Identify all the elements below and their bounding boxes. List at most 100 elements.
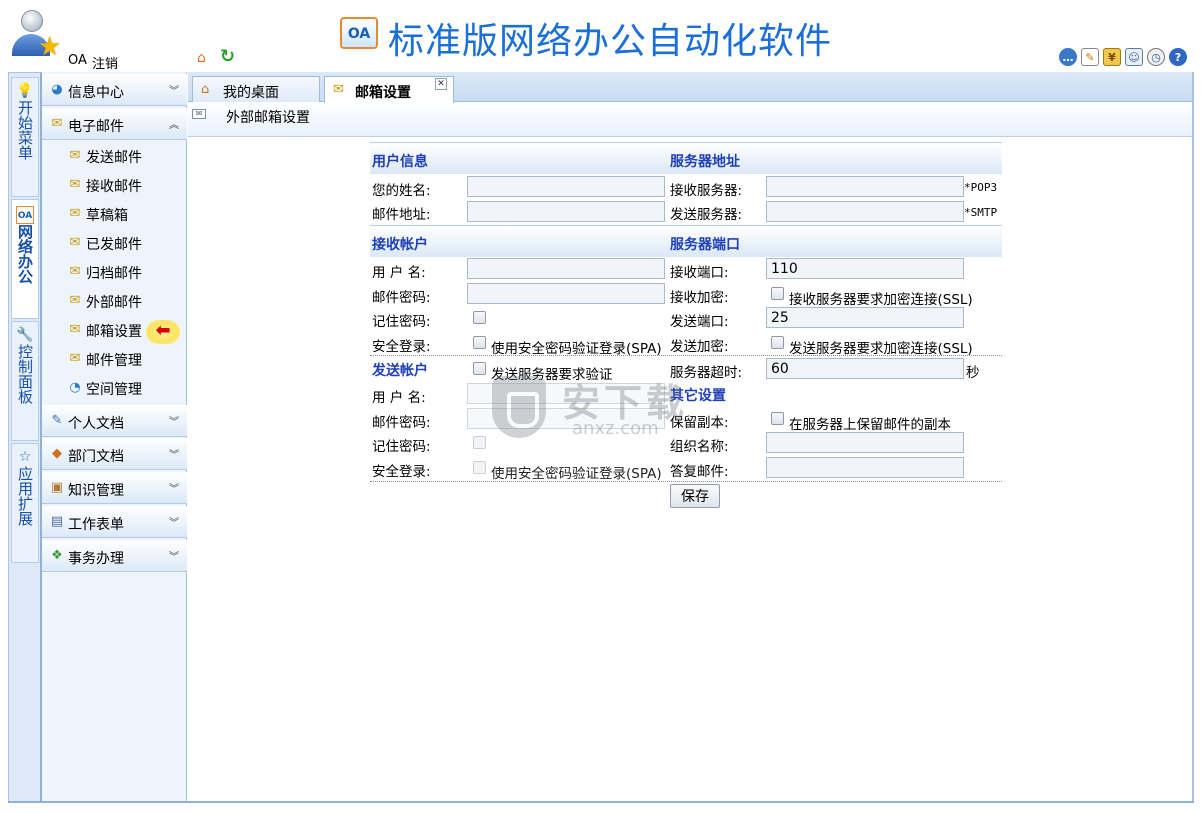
menu-group-email[interactable]: ✉ 电子邮件 ︽ xyxy=(42,108,187,140)
chevron-down-icon: ︾ xyxy=(169,552,179,563)
user-name-label: OA xyxy=(68,53,87,68)
menu-group-department-docs[interactable]: ◆ 部门文档 ︾ xyxy=(42,438,187,470)
receive-password-label: 邮件密码: xyxy=(372,290,431,306)
receive-remember-label: 记住密码: xyxy=(372,314,431,330)
contacts-icon[interactable]: ☺ xyxy=(1125,48,1143,66)
menu-item-label: 接收邮件 xyxy=(86,179,142,195)
content-tab-bar: ⌂ 我的桌面 ✉ 邮箱设置 ✕ xyxy=(188,72,1193,103)
user-avatar-icon[interactable]: ★ xyxy=(12,10,61,66)
edit-note-icon[interactable]: ✎ xyxy=(1081,48,1099,66)
outgoing-server-input[interactable] xyxy=(766,201,964,222)
top-bar: ★ OA 注销 ⌂ ↻ OA 标准版网络办公自动化软件 … ✎ ¥ ☺ ◷ ? xyxy=(0,0,1203,72)
receive-port-input[interactable] xyxy=(766,258,964,279)
section-title-server-address: 服务器地址 xyxy=(670,154,740,170)
star-icon: ★ xyxy=(38,32,62,62)
email-address-input[interactable] xyxy=(467,201,665,222)
alarm-clock-icon[interactable]: ◷ xyxy=(1147,48,1165,66)
help-icon[interactable]: ? xyxy=(1169,48,1187,66)
vtab-app-extensions[interactable]: ☆ 应用扩展 xyxy=(11,443,39,563)
vtab-label: 控制面板 xyxy=(16,344,34,404)
vtab-network-office[interactable]: OA 网络办公 xyxy=(11,199,39,319)
smtp-hint: *SMTP xyxy=(964,206,998,219)
organization-name-input[interactable] xyxy=(766,432,964,453)
menu-group-personal-docs[interactable]: ✎ 个人文档 ︾ xyxy=(42,405,187,437)
menu-item-receive-mail[interactable]: ✉ 接收邮件 xyxy=(42,171,187,200)
vtab-control-panel[interactable]: 🔧 控制面板 xyxy=(11,321,39,441)
menu-item-mail-management[interactable]: ✉ 邮件管理 xyxy=(42,345,187,374)
send-remember-checkbox[interactable] xyxy=(473,436,486,449)
send-require-auth-checkbox[interactable] xyxy=(473,362,486,375)
menu-group-info-center[interactable]: ◕ 信息中心 ︾ xyxy=(42,74,187,106)
mailbox-settings-icon: ✉ xyxy=(333,82,344,97)
send-port-input[interactable] xyxy=(766,307,964,328)
receive-password-input[interactable] xyxy=(467,283,665,304)
incoming-server-input[interactable] xyxy=(766,176,964,197)
page-header: ✉ 外部邮箱设置 xyxy=(188,103,1193,137)
receive-username-input[interactable] xyxy=(467,258,665,279)
reply-mail-label: 答复邮件: xyxy=(670,464,729,480)
send-ssl-checkbox[interactable] xyxy=(771,336,784,349)
chevron-up-icon: ︽ xyxy=(169,120,179,131)
menu-group-label: 电子邮件 xyxy=(68,119,124,135)
menu-item-external-mail[interactable]: ✉ 外部邮件 xyxy=(42,287,187,316)
close-icon[interactable]: ✕ xyxy=(435,78,447,90)
mail-folder-icon: ✉ xyxy=(51,116,63,131)
vtab-label: 应用扩展 xyxy=(16,466,34,526)
tab-mailbox-settings[interactable]: ✉ 邮箱设置 ✕ xyxy=(324,76,454,103)
send-spa-checkbox[interactable] xyxy=(473,461,486,474)
divider xyxy=(370,355,1002,356)
star-icon: ☆ xyxy=(18,449,32,465)
receive-encryption-label: 接收加密: xyxy=(670,290,729,306)
menu-group-label: 工作表单 xyxy=(68,517,124,533)
receive-secure-login-label: 安全登录: xyxy=(372,339,431,355)
send-secure-login-label: 安全登录: xyxy=(372,464,431,480)
department-icon: ◆ xyxy=(52,446,62,461)
pop3-hint: *POP3 xyxy=(964,181,998,194)
home-icon: ⌂ xyxy=(201,82,210,97)
send-mail-icon: ✉ xyxy=(69,148,81,163)
name-input[interactable] xyxy=(467,176,665,197)
task-icon: ❖ xyxy=(51,548,63,563)
menu-group-work-forms[interactable]: ▤ 工作表单 ︾ xyxy=(42,506,187,538)
menu-group-affairs[interactable]: ❖ 事务办理 ︾ xyxy=(42,540,187,572)
chevron-down-icon: ︾ xyxy=(169,518,179,529)
menu-item-space-management[interactable]: ◔ 空间管理 xyxy=(42,374,187,403)
menu-group-knowledge[interactable]: ▣ 知识管理 ︾ xyxy=(42,472,187,504)
home-icon[interactable]: ⌂ xyxy=(197,50,213,66)
section-title-server-port: 服务器端口 xyxy=(670,237,740,253)
vtab-start-menu[interactable]: 💡 开始菜单 xyxy=(11,77,39,197)
tab-my-desktop[interactable]: ⌂ 我的桌面 xyxy=(192,76,320,102)
app-title: 标准版网络办公自动化软件 xyxy=(388,21,833,62)
oa-icon: OA xyxy=(16,206,34,224)
reply-mail-input[interactable] xyxy=(766,457,964,478)
keep-copy-text: 在服务器上保留邮件的副本 xyxy=(789,417,951,433)
receive-spa-checkbox[interactable] xyxy=(473,336,486,349)
menu-item-sent-mail[interactable]: ✉ 已发邮件 xyxy=(42,229,187,258)
menu-group-label: 信息中心 xyxy=(68,85,124,101)
form-icon: ▤ xyxy=(50,514,64,529)
server-timeout-input[interactable] xyxy=(766,358,964,379)
save-button[interactable]: 保存 xyxy=(670,484,720,508)
menu-group-label: 知识管理 xyxy=(68,483,124,499)
send-encryption-label: 发送加密: xyxy=(670,339,729,355)
finance-icon[interactable]: ¥ xyxy=(1103,48,1121,66)
menu-item-drafts[interactable]: ✉ 草稿箱 xyxy=(42,200,187,229)
send-remember-label: 记住密码: xyxy=(372,439,431,455)
send-password-label: 邮件密码: xyxy=(372,415,431,431)
receive-username-label: 用 户 名: xyxy=(372,265,426,281)
receive-ssl-checkbox[interactable] xyxy=(771,287,784,300)
mailbox-settings-icon: ✉ xyxy=(69,322,81,337)
menu-item-send-mail[interactable]: ✉ 发送邮件 xyxy=(42,142,187,171)
tab-label: 我的桌面 xyxy=(223,85,279,101)
outgoing-server-label: 发送服务器: xyxy=(670,207,743,223)
envelope-icon: ✉ xyxy=(192,109,206,119)
menu-item-archived-mail[interactable]: ✉ 归档邮件 xyxy=(42,258,187,287)
receive-remember-checkbox[interactable] xyxy=(473,311,486,324)
refresh-icon[interactable]: ↻ xyxy=(220,48,238,66)
avatar-head xyxy=(21,10,43,32)
chat-icon[interactable]: … xyxy=(1059,48,1077,66)
chevron-down-icon: ︾ xyxy=(169,484,179,495)
vertical-tab-strip: 💡 开始菜单 OA 网络办公 🔧 控制面板 ☆ 应用扩展 xyxy=(8,72,42,802)
logout-link[interactable]: 注销 xyxy=(92,53,118,72)
keep-copy-checkbox[interactable] xyxy=(771,412,784,425)
